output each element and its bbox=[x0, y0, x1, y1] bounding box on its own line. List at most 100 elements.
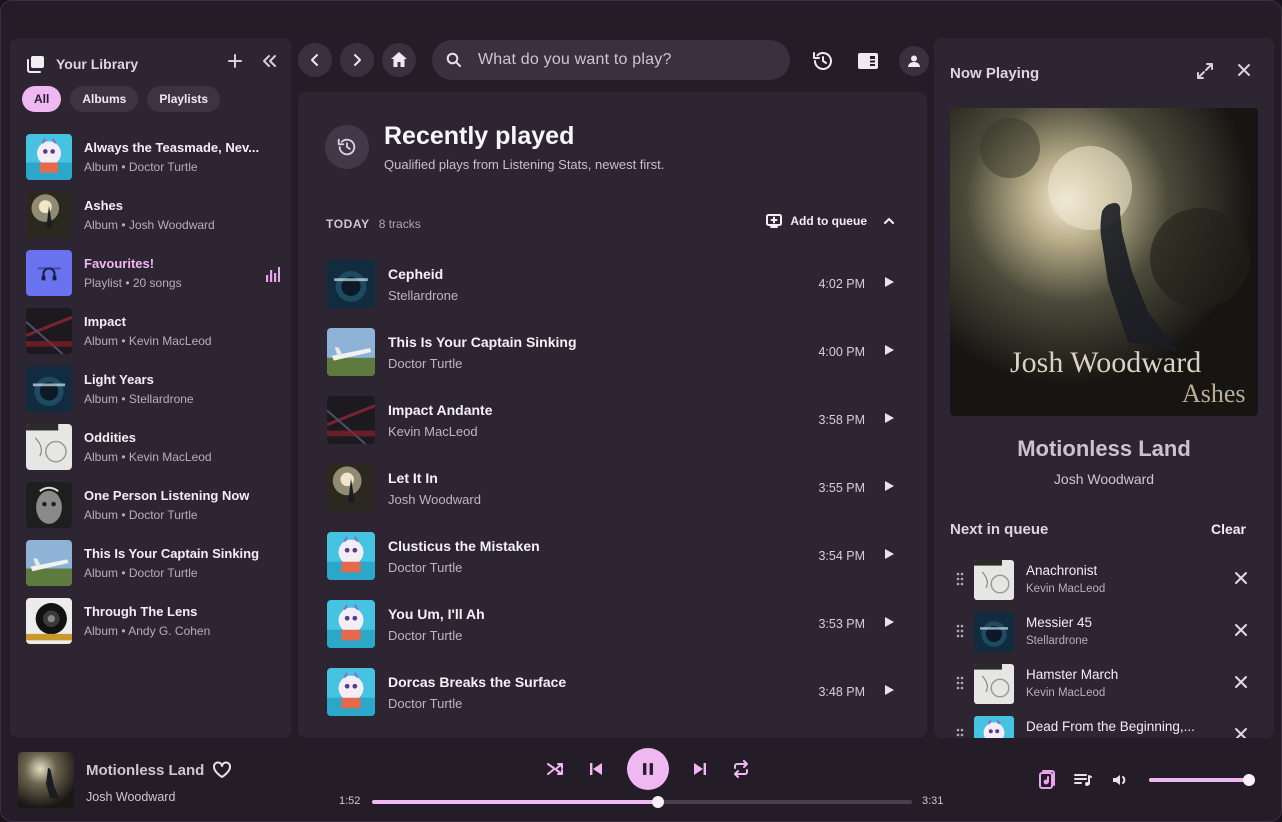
library-item[interactable]: Always the Teasmade, Nev... Album • Doct… bbox=[26, 128, 280, 186]
profile-button[interactable] bbox=[899, 46, 929, 76]
heart-icon[interactable] bbox=[212, 761, 232, 779]
track-artist[interactable]: Doctor Turtle bbox=[388, 560, 462, 575]
previous-button[interactable] bbox=[585, 758, 607, 780]
library-list: Always the Teasmade, Nev... Album • Doct… bbox=[26, 128, 280, 650]
drag-handle-icon[interactable] bbox=[956, 728, 964, 738]
forward-button[interactable] bbox=[340, 43, 374, 77]
library-item-sub: Album • Kevin MacLeod bbox=[84, 334, 212, 348]
track-artist[interactable]: Stellardrone bbox=[388, 288, 458, 303]
home-button[interactable] bbox=[382, 43, 416, 77]
search-bar[interactable]: What do you want to play? bbox=[432, 40, 790, 80]
track-row[interactable]: Cepheid Stellardrone 4:02 PM bbox=[327, 250, 897, 318]
remove-from-queue-icon[interactable] bbox=[1234, 623, 1248, 637]
collapse-sidebar-button[interactable] bbox=[261, 53, 277, 69]
library-item-sub: Album • Kevin MacLeod bbox=[84, 450, 212, 464]
queue-item-artist: Kevin MacLeod bbox=[1026, 687, 1106, 699]
play-icon[interactable] bbox=[883, 480, 895, 492]
player-album-art[interactable] bbox=[18, 752, 74, 808]
play-icon[interactable] bbox=[883, 616, 895, 628]
library-header[interactable]: Your Library bbox=[26, 54, 138, 74]
player-artist[interactable]: Josh Woodward bbox=[86, 790, 175, 804]
close-icon[interactable] bbox=[1236, 62, 1252, 80]
track-title: Dorcas Breaks the Surface bbox=[388, 674, 567, 690]
queue-item-title: Dead From the Beginning,... bbox=[1026, 719, 1195, 734]
recently-played-button[interactable] bbox=[811, 49, 835, 73]
volume-knob[interactable] bbox=[1243, 774, 1255, 786]
queue-item-art bbox=[974, 560, 1014, 600]
queue-item[interactable]: Dead From the Beginning,... bbox=[956, 712, 1256, 738]
volume-icon[interactable] bbox=[1111, 772, 1129, 788]
track-artist[interactable]: Doctor Turtle bbox=[388, 628, 462, 643]
library-item-name: One Person Listening Now bbox=[84, 488, 250, 503]
track-played-time: 3:58 PM bbox=[818, 413, 865, 427]
progress-fill bbox=[372, 800, 659, 804]
shuffle-button[interactable] bbox=[544, 758, 566, 780]
play-icon[interactable] bbox=[883, 276, 895, 288]
track-row[interactable]: This Is Your Captain Sinking Doctor Turt… bbox=[327, 318, 897, 386]
remove-from-queue-icon[interactable] bbox=[1234, 571, 1248, 585]
track-row[interactable]: Dorcas Breaks the Surface Doctor Turtle … bbox=[327, 658, 897, 726]
library-item[interactable]: One Person Listening Now Album • Doctor … bbox=[26, 476, 280, 534]
library-item[interactable]: This Is Your Captain Sinking Album • Doc… bbox=[26, 534, 280, 592]
library-item[interactable]: Impact Album • Kevin MacLeod bbox=[26, 302, 280, 360]
track-row[interactable]: Let It In Josh Woodward 3:55 PM bbox=[327, 454, 897, 522]
track-artist[interactable]: Kevin MacLeod bbox=[388, 424, 478, 439]
section-count: 8 tracks bbox=[378, 217, 421, 231]
library-item-art bbox=[26, 540, 72, 586]
filter-chip-playlists[interactable]: Playlists bbox=[147, 86, 221, 112]
track-row[interactable]: You Um, I'll Ah Doctor Turtle 3:53 PM bbox=[327, 590, 897, 658]
add-playlist-button[interactable] bbox=[227, 53, 243, 69]
queue-item-art bbox=[974, 716, 1014, 738]
library-item[interactable]: Oddities Album • Kevin MacLeod bbox=[26, 418, 280, 476]
volume-slider[interactable] bbox=[1149, 774, 1255, 786]
play-icon[interactable] bbox=[883, 344, 895, 356]
queue-button[interactable] bbox=[1074, 772, 1092, 788]
library-item[interactable]: Light Years Album • Stellardrone bbox=[26, 360, 280, 418]
repeat-button[interactable] bbox=[730, 758, 752, 780]
track-artist[interactable]: Doctor Turtle bbox=[388, 356, 462, 371]
track-row[interactable]: Impact Andante Kevin MacLeod 3:58 PM bbox=[327, 386, 897, 454]
library-item-sub: Album • Andy G. Cohen bbox=[84, 624, 211, 638]
library-item[interactable]: Through The Lens Album • Andy G. Cohen bbox=[26, 592, 280, 650]
queue-item[interactable]: Anachronist Kevin MacLeod bbox=[956, 556, 1256, 608]
library-item[interactable]: Ashes Album • Josh Woodward bbox=[26, 186, 280, 244]
track-row[interactable]: Clusticus the Mistaken Doctor Turtle 3:5… bbox=[327, 522, 897, 590]
track-art bbox=[327, 396, 375, 444]
progress-bar[interactable] bbox=[372, 796, 912, 808]
library-item-art bbox=[26, 482, 72, 528]
filter-chip-albums[interactable]: Albums bbox=[70, 86, 139, 112]
play-icon[interactable] bbox=[883, 412, 895, 424]
track-title: Let It In bbox=[388, 470, 438, 486]
player-song[interactable]: Motionless Land bbox=[86, 762, 204, 779]
lyrics-button[interactable] bbox=[1037, 770, 1055, 790]
play-icon[interactable] bbox=[883, 548, 895, 560]
drag-handle-icon[interactable] bbox=[956, 624, 964, 638]
track-played-time: 3:48 PM bbox=[818, 685, 865, 699]
clear-queue-button[interactable]: Clear bbox=[1211, 521, 1246, 537]
queue-item[interactable]: Messier 45 Stellardrone bbox=[956, 608, 1256, 660]
track-artist[interactable]: Doctor Turtle bbox=[388, 696, 462, 711]
track-played-time: 3:54 PM bbox=[818, 549, 865, 563]
remove-from-queue-icon[interactable] bbox=[1234, 727, 1248, 738]
track-artist[interactable]: Josh Woodward bbox=[388, 492, 481, 507]
now-playing-view-button[interactable] bbox=[857, 51, 879, 71]
library-item[interactable]: Favourites! Playlist • 20 songs bbox=[26, 244, 280, 302]
play-icon[interactable] bbox=[883, 684, 895, 696]
add-to-queue-button[interactable]: Add to queue bbox=[766, 214, 895, 228]
track-title: This Is Your Captain Sinking bbox=[388, 334, 577, 350]
remove-from-queue-icon[interactable] bbox=[1234, 675, 1248, 689]
progress-knob[interactable] bbox=[652, 796, 665, 808]
pause-button[interactable] bbox=[627, 748, 669, 790]
drag-handle-icon[interactable] bbox=[956, 572, 964, 586]
drag-handle-icon[interactable] bbox=[956, 676, 964, 690]
now-playing-artist[interactable]: Josh Woodward bbox=[934, 471, 1274, 487]
back-button[interactable] bbox=[298, 43, 332, 77]
queue-item[interactable]: Hamster March Kevin MacLeod bbox=[956, 660, 1256, 712]
album-cover: Josh Woodward Ashes bbox=[950, 108, 1258, 416]
collapse-section-icon[interactable] bbox=[883, 215, 895, 227]
expand-icon[interactable] bbox=[1196, 62, 1214, 80]
search-input[interactable]: What do you want to play? bbox=[478, 51, 672, 69]
filter-chip-all[interactable]: All bbox=[22, 86, 62, 112]
next-button[interactable] bbox=[689, 758, 711, 780]
section-header: TODAY 8 tracks bbox=[326, 217, 421, 231]
